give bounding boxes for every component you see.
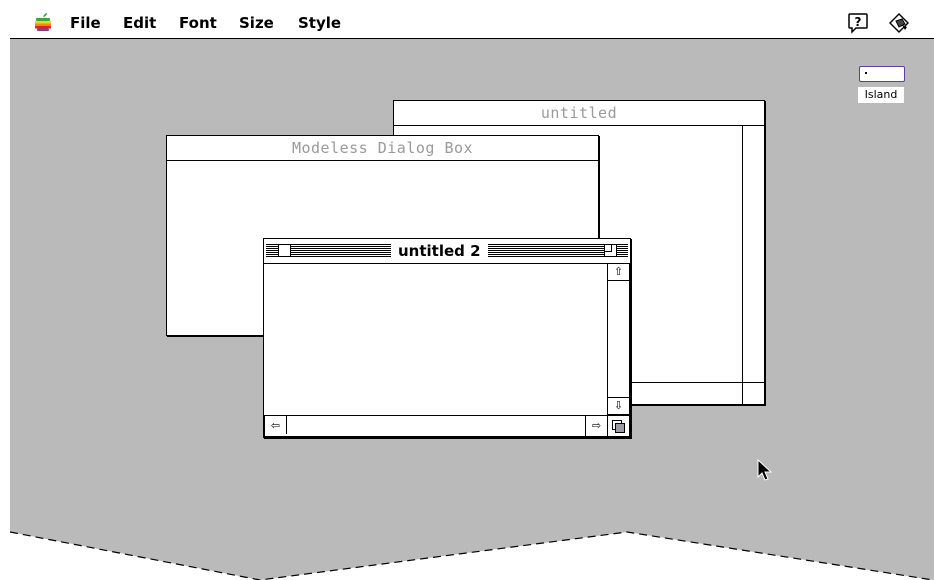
balloon-help-icon[interactable]: ? <box>847 12 869 38</box>
window-untitled-2-title: untitled 2 <box>391 242 488 260</box>
menu-bar: File Edit Font Size Style ? <box>10 9 934 39</box>
application-menu-icon[interactable] <box>888 12 912 38</box>
arrow-cursor-icon <box>757 459 773 481</box>
window-untitled-2-titlebar[interactable]: untitled 2 <box>264 239 630 264</box>
menu-font[interactable]: Font <box>179 14 217 32</box>
menu-file[interactable]: File <box>70 14 101 32</box>
window-untitled-title: untitled <box>540 104 618 122</box>
scroll-up-arrow-icon[interactable]: ⇧ <box>608 264 629 281</box>
scroll-down-arrow-icon[interactable]: ⇩ <box>608 397 629 414</box>
grow-box-icon[interactable] <box>607 415 630 437</box>
scroll-right-arrow-icon[interactable]: ⇨ <box>585 416 607 436</box>
menu-style[interactable]: Style <box>298 14 341 32</box>
window-dialog-title: Modeless Dialog Box <box>291 139 474 157</box>
vertical-scrollbar[interactable]: ⇧ ⇩ <box>607 263 630 415</box>
menu-edit[interactable]: Edit <box>123 14 156 32</box>
horizontal-scroll-track[interactable] <box>287 416 585 436</box>
window-dialog-titlebar[interactable]: Modeless Dialog Box <box>167 136 598 161</box>
zoom-box-icon[interactable] <box>604 244 617 257</box>
window-untitled-2[interactable]: untitled 2 ⇧ ⇩ ⇦ ⇨ <box>263 238 631 438</box>
disk-label: Island <box>858 87 904 103</box>
vertical-scroll-track[interactable] <box>608 289 629 395</box>
close-box-icon[interactable] <box>278 244 291 257</box>
scroll-left-arrow-icon[interactable]: ⇦ <box>265 416 287 434</box>
menu-size[interactable]: Size <box>239 14 274 32</box>
disk-icon <box>859 66 905 82</box>
desktop-disk-icon[interactable]: Island <box>858 66 905 106</box>
window-untitled-titlebar[interactable]: untitled <box>394 101 764 126</box>
vertical-scrollbar-outline <box>742 126 743 404</box>
svg-text:?: ? <box>855 15 862 29</box>
apple-menu-icon[interactable] <box>34 12 52 36</box>
horizontal-scrollbar[interactable]: ⇦ ⇨ <box>264 415 608 437</box>
